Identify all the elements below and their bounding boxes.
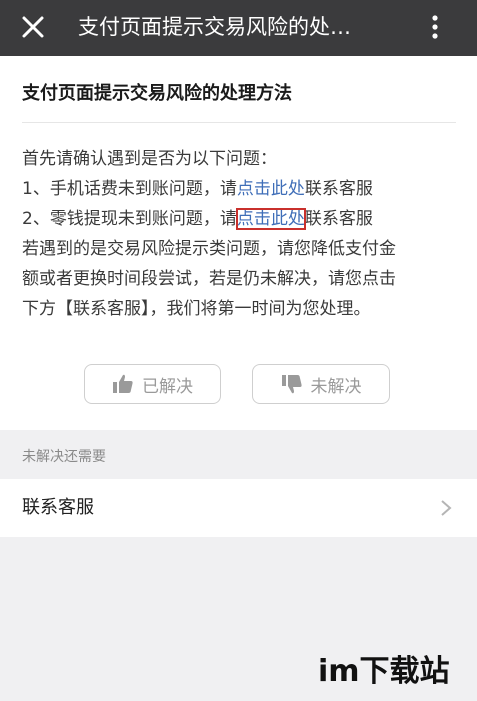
divider — [22, 122, 456, 123]
contact-service-label: 联系客服 — [22, 497, 94, 518]
contact-service-row[interactable]: 联系客服 — [0, 479, 477, 537]
item-1-text: 1、手机话费未到账问题，请 — [22, 179, 237, 199]
item-2-suffix: 联系客服 — [304, 209, 373, 229]
item-1-link[interactable]: 点击此处 — [237, 179, 305, 199]
item-1: 1、手机话费未到账问题，请点击此处联系客服 — [22, 174, 462, 204]
paragraph-line-2: 额或者更换时间段尝试，若是仍未解决，请您点击 — [22, 269, 396, 289]
watermark-logo: im下载站 — [318, 654, 450, 689]
article-body: 首先请确认遇到是否为以下问题： 1、手机话费未到账问题，请点击此处联系客服 2、… — [22, 144, 462, 324]
unsolved-label: 未解决 — [310, 376, 362, 397]
top-bar: 支付页面提示交易风险的处… — [0, 0, 477, 56]
article-title: 支付页面提示交易风险的处理方法 — [22, 83, 292, 104]
close-icon[interactable] — [18, 12, 48, 42]
thumbs-down-icon — [281, 375, 302, 394]
article-card: 支付页面提示交易风险的处理方法 首先请确认遇到是否为以下问题： 1、手机话费未到… — [0, 56, 477, 430]
item-2-link[interactable]: 点击此处 — [235, 208, 306, 230]
unsolved-button[interactable]: 未解决 — [252, 364, 390, 404]
item-2: 2、零钱提现未到账问题，请点击此处联系客服 — [22, 204, 462, 234]
item-1-suffix: 联系客服 — [304, 179, 373, 199]
item-2-text: 2、零钱提现未到账问题，请 — [22, 209, 237, 229]
more-vertical-icon[interactable] — [428, 12, 442, 42]
intro-line: 首先请确认遇到是否为以下问题： — [22, 149, 277, 169]
solved-button[interactable]: 已解决 — [84, 364, 221, 404]
solved-label: 已解决 — [142, 376, 193, 397]
page-title: 支付页面提示交易风险的处… — [78, 15, 351, 39]
paragraph-line-3: 下方【联系客服】，我们将第一时间为您处理。 — [22, 299, 371, 319]
chevron-right-icon — [441, 500, 452, 516]
paragraph-line-1: 若遇到的是交易风险提示类问题，请您降低支付金 — [22, 239, 396, 259]
section-label: 未解决还需要 — [22, 449, 106, 465]
thumbs-up-icon — [113, 374, 133, 393]
